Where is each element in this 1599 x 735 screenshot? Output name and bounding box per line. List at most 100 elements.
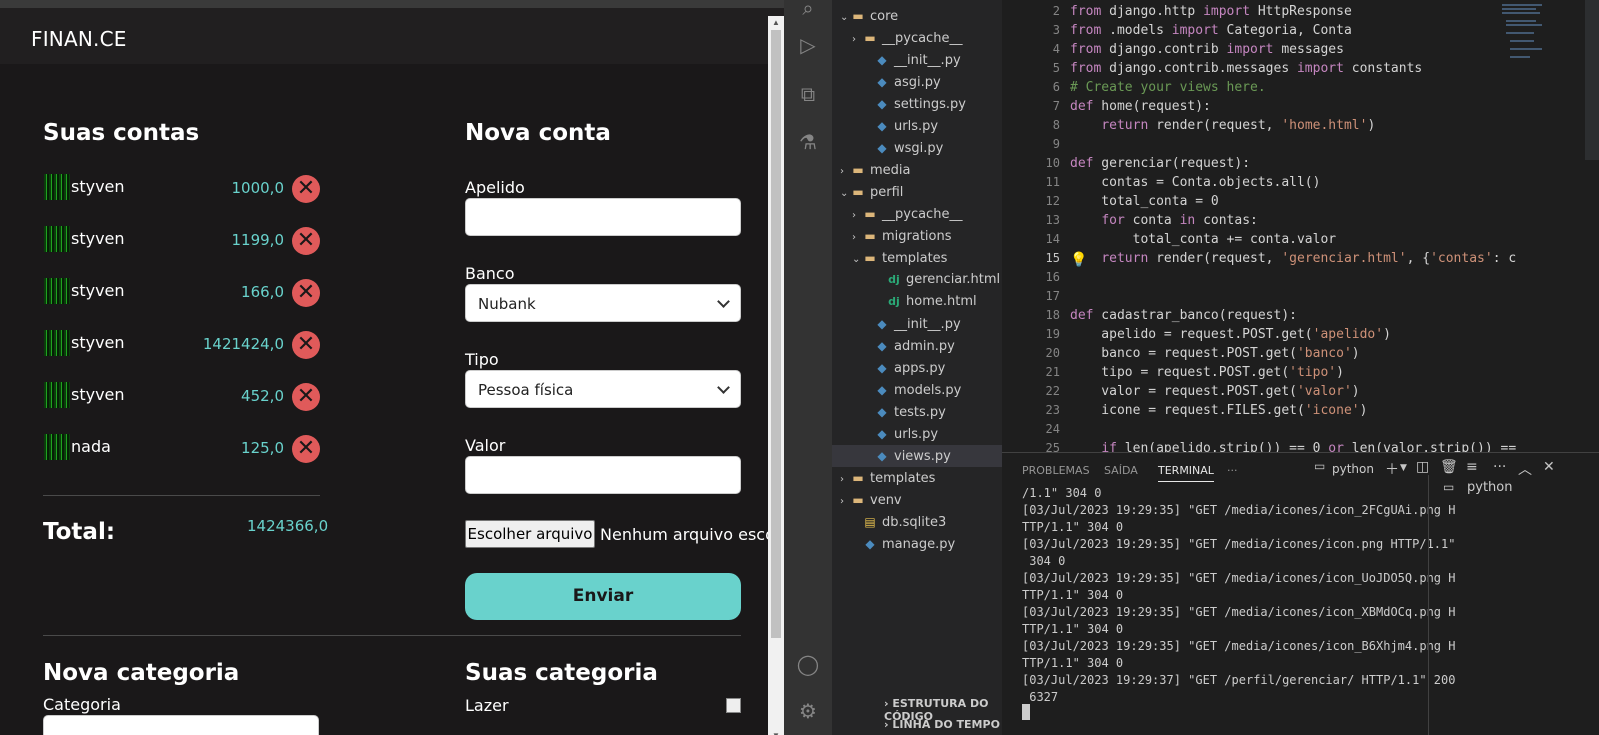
terminal-dropdown[interactable]: python xyxy=(1332,462,1374,476)
file-tree-label: views.py xyxy=(894,449,951,464)
file-tree-item[interactable]: ⌄ ▬ core xyxy=(832,5,1002,27)
delete-account-button[interactable]: ✕ xyxy=(292,383,320,411)
lightbulb-icon[interactable]: 💡 xyxy=(1070,252,1087,268)
line-number: 18 xyxy=(1045,308,1060,322)
delete-account-button[interactable]: ✕ xyxy=(292,331,320,359)
more-tabs-icon[interactable]: ··· xyxy=(1227,464,1238,477)
file-tree-item[interactable]: ◆ tests.py xyxy=(832,401,1002,423)
gear-icon[interactable]: ⚙ xyxy=(796,699,820,723)
folder-icon: ▬ xyxy=(864,207,876,221)
close-icon[interactable]: ✕ xyxy=(1543,459,1555,475)
submit-button[interactable]: Enviar xyxy=(465,573,741,620)
file-tree-item[interactable]: ⌄ ▬ perfil xyxy=(832,181,1002,203)
terminal-line: [03/Jul/2023 19:29:35] "GET /media/icone… xyxy=(1022,503,1456,517)
file-tree-item[interactable]: dj gerenciar.html xyxy=(832,269,1002,291)
chevron-down-icon: ⌄ xyxy=(852,254,861,265)
apelido-input[interactable] xyxy=(465,198,741,236)
file-tree-item[interactable]: ◆ admin.py xyxy=(832,335,1002,357)
timeline-label: LINHA DO TEMPO xyxy=(892,718,1000,731)
delete-account-button[interactable]: ✕ xyxy=(292,175,320,203)
accounts-title: Suas contas xyxy=(43,120,200,146)
line-number: 3 xyxy=(1052,23,1060,37)
tab-terminal[interactable]: TERMINAL xyxy=(1158,464,1214,482)
file-tree-item[interactable]: ◆ asgi.py xyxy=(832,71,1002,93)
file-tree-item[interactable]: ◆ settings.py xyxy=(832,93,1002,115)
line-number: 4 xyxy=(1052,42,1060,56)
scroll-up-icon[interactable]: ▲ xyxy=(771,18,781,28)
tipo-label: Tipo xyxy=(465,350,499,369)
file-tree-item[interactable]: ◆ manage.py xyxy=(832,533,1002,555)
editor-scrollbar[interactable] xyxy=(1585,0,1599,160)
explorer-sidebar: ⌄ ▬ core › ▬ __pycache__ ◆ __init__.py ◆ asgi.py ◆… xyxy=(832,0,1002,735)
file-tree-item[interactable]: ▤ db.sqlite3 xyxy=(832,511,1002,533)
timeline-section[interactable]: › LINHA DO TEMPO xyxy=(884,718,1000,731)
scroll-down-icon[interactable]: ▼ xyxy=(771,731,781,735)
testing-icon[interactable]: ⚗ xyxy=(796,130,820,154)
valor-input[interactable] xyxy=(465,456,741,494)
tab-problems[interactable]: PROBLEMAS xyxy=(1022,464,1090,477)
delete-account-button[interactable]: ✕ xyxy=(292,435,320,463)
choose-file-button[interactable]: Escolher arquivo xyxy=(465,520,595,548)
file-tree-item[interactable]: › ▬ media xyxy=(832,159,1002,181)
run-debug-icon[interactable]: ▷ xyxy=(796,33,820,57)
account-row: nada 125,0 ✕ xyxy=(44,434,320,468)
chevron-right-icon: › xyxy=(852,232,856,243)
terminal-line: [03/Jul/2023 19:29:35] "GET /media/icone… xyxy=(1022,605,1456,619)
file-tree-label: wsgi.py xyxy=(894,141,944,156)
tab-output[interactable]: SAÍDA xyxy=(1104,464,1138,477)
clear-terminal-icon[interactable]: ≡ xyxy=(1466,459,1478,475)
account-value: 125,0 xyxy=(241,439,284,457)
terminal-instance[interactable]: python xyxy=(1467,480,1512,495)
total-label: Total: xyxy=(43,519,116,545)
file-tree-label: admin.py xyxy=(894,339,955,354)
chevron-right-icon: › xyxy=(840,474,844,485)
file-tree-item[interactable]: ◆ models.py xyxy=(832,379,1002,401)
file-tree-item[interactable]: ◆ urls.py xyxy=(832,423,1002,445)
trash-icon[interactable]: 🗑 xyxy=(1440,459,1458,475)
file-tree-item[interactable]: ◆ views.py xyxy=(832,445,1002,467)
code-editor[interactable]: 2 from django.http import HttpResponse 3 fr… xyxy=(1002,0,1599,456)
apelido-label: Apelido xyxy=(465,178,525,197)
category-input[interactable] xyxy=(43,715,319,735)
file-tree-item[interactable]: ⌄ ▬ templates xyxy=(832,247,1002,269)
code-line: 5 from django.contrib.messages import con… xyxy=(1002,59,1522,78)
banco-select[interactable]: Nubank xyxy=(465,284,741,322)
account-icon[interactable]: ◯ xyxy=(796,652,820,676)
file-tree-label: templates xyxy=(882,251,948,266)
folder-icon: ▬ xyxy=(864,229,876,243)
code-line: 6 # Create your views here. xyxy=(1002,78,1522,97)
chevron-down-icon[interactable]: ▼ xyxy=(1400,463,1407,473)
file-tree-item[interactable]: › ▬ __pycache__ xyxy=(832,203,1002,225)
file-tree-item[interactable]: › ▬ venv xyxy=(832,489,1002,511)
account-row: styven 166,0 ✕ xyxy=(44,278,320,312)
extensions-icon[interactable]: ⧉ xyxy=(796,82,820,106)
file-tree-item[interactable]: ◆ __init__.py xyxy=(832,313,1002,335)
file-tree-label: __pycache__ xyxy=(882,207,963,222)
more-actions-icon[interactable]: ··· xyxy=(1493,459,1506,475)
file-tree-item[interactable]: › ▬ __pycache__ xyxy=(832,27,1002,49)
new-terminal-icon[interactable]: ＋ xyxy=(1385,459,1399,479)
file-tree-item[interactable]: ◆ wsgi.py xyxy=(832,137,1002,159)
tipo-select[interactable]: Pessoa física xyxy=(465,370,741,408)
file-tree-item[interactable]: ◆ urls.py xyxy=(832,115,1002,137)
terminal-cursor xyxy=(1022,704,1030,720)
file-tree-item[interactable]: › ▬ migrations xyxy=(832,225,1002,247)
file-tree-item[interactable]: ◆ __init__.py xyxy=(832,49,1002,71)
browser-scrollbar[interactable]: ▲ ▼ xyxy=(768,16,784,735)
brand-logo[interactable]: FINAN.CE xyxy=(31,27,127,51)
account-row: styven 452,0 ✕ xyxy=(44,382,320,416)
line-number: 9 xyxy=(1052,137,1060,151)
file-tree-item[interactable]: dj home.html xyxy=(832,291,1002,313)
delete-account-button[interactable]: ✕ xyxy=(292,227,320,255)
code-text: total_conta += conta.valor xyxy=(1070,232,1337,247)
scrollbar-thumb[interactable] xyxy=(771,30,781,638)
minimap[interactable] xyxy=(1502,0,1582,160)
search-icon[interactable]: ⌕ xyxy=(796,0,820,20)
delete-account-button[interactable]: ✕ xyxy=(292,279,320,307)
file-tree-item[interactable]: › ▬ templates xyxy=(832,467,1002,489)
bottom-panel: PROBLEMAS SAÍDA TERMINAL ··· ▭ python ＋ … xyxy=(1002,452,1599,735)
file-tree-item[interactable]: ◆ apps.py xyxy=(832,357,1002,379)
split-terminal-icon[interactable]: ◫ xyxy=(1416,459,1429,475)
account-name: styven xyxy=(71,229,125,248)
folder-icon: ▬ xyxy=(852,185,864,199)
